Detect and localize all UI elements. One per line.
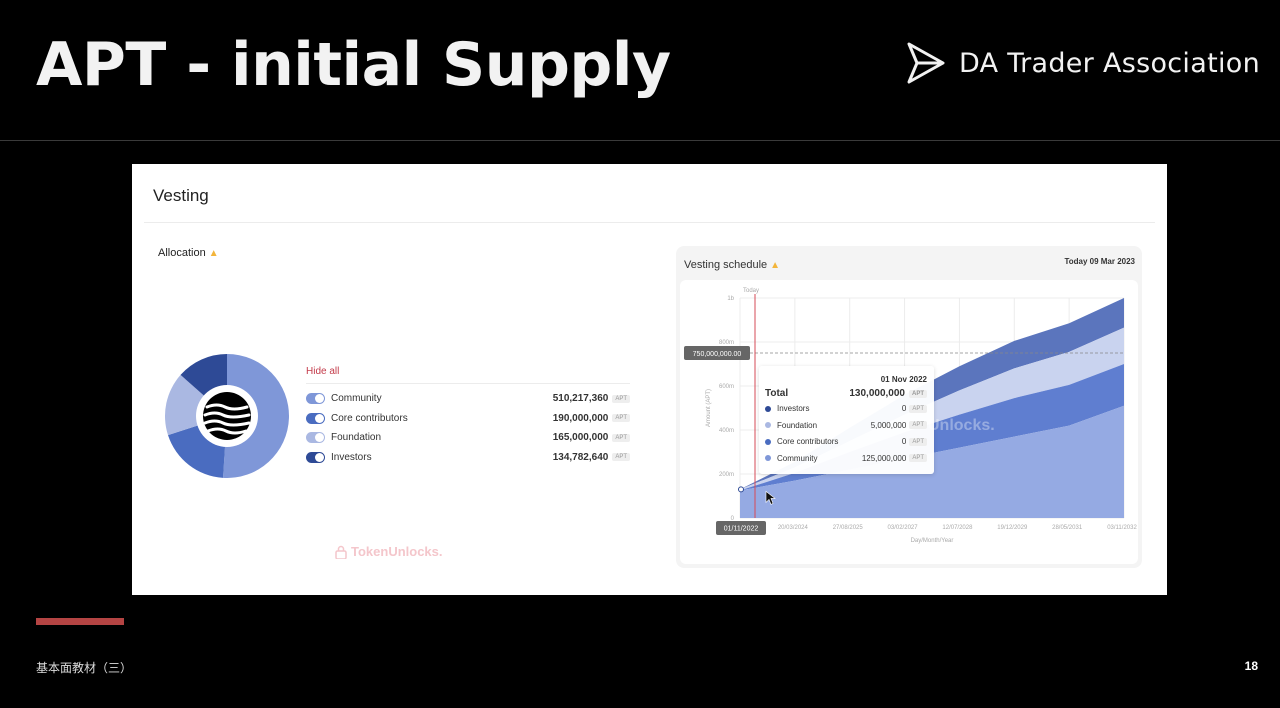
tokenunlocks-watermark: TokenUnlocks. <box>335 544 443 559</box>
legend-value: 190,000,000 <box>552 412 609 424</box>
tooltip-series-value: 0 <box>901 404 907 413</box>
hover-point[interactable] <box>738 486 744 493</box>
legend-item[interactable]: Community 510,217,360 APT <box>306 389 630 409</box>
unit-badge: APT <box>909 454 927 462</box>
series-dot <box>765 405 771 412</box>
x-tick-label: 03/11/2032 <box>1107 525 1137 531</box>
series-dot <box>765 422 771 428</box>
tooltip-series-value: 125,000,000 <box>861 453 907 463</box>
footer-course-name: 基本面教材（三） <box>36 661 133 675</box>
legend-item[interactable]: Foundation 165,000,000 APT <box>306 428 630 448</box>
paper-plane-logo-icon <box>907 42 945 84</box>
legend-item[interactable]: Investors 134,782,640 APT <box>306 448 630 468</box>
tooltip-series-label: Foundation <box>777 420 818 430</box>
y-tick-label: 400m <box>719 428 734 434</box>
toggle-switch[interactable] <box>306 432 325 444</box>
today-marker-label: Today <box>743 288 759 294</box>
brand-name: DA Trader Association <box>958 47 1260 79</box>
x-tick-label: 12/07/2028 <box>942 525 973 531</box>
y-tick-label: 600m <box>719 384 734 390</box>
unit-badge: APT <box>612 394 630 403</box>
tooltip-row: Community 125,000,000 APT <box>765 454 927 463</box>
legend-label: Foundation <box>331 432 382 444</box>
unit-badge: APT <box>909 404 927 413</box>
toggle-switch[interactable] <box>306 393 325 405</box>
tooltip-series-value: 0 <box>901 437 907 446</box>
allocation-donut <box>165 354 289 478</box>
panel-divider <box>144 222 1155 223</box>
unit-badge: APT <box>909 389 927 398</box>
tooltip-row: Core contributors 0 APT <box>765 437 927 446</box>
tooltip-series-value: 5,000,000 <box>870 420 907 430</box>
x-tick-label: 20/03/2024 <box>778 525 809 531</box>
page-number: 18 <box>1244 659 1258 673</box>
legend-item[interactable]: Core contributors 190,000,000 APT <box>306 409 630 429</box>
vesting-chart[interactable]: 1b 800m 600m 400m 200m 0 750,000,000.00 Today 01… <box>680 280 1138 564</box>
x-tick-label: 28/05/2031 <box>1052 525 1083 531</box>
unit-badge: APT <box>612 453 630 462</box>
y-tick-label: 200m <box>719 472 734 478</box>
allocation-legend: Hide all Community 510,217,360 APT Core con… <box>306 366 630 467</box>
tooltip-total: Total 130,000,000 APT <box>765 388 927 399</box>
y-axis-label: Amount (APT) <box>706 389 712 427</box>
chart-tooltip: 01 Nov 2022 Total 130,000,000 APT Invest… <box>759 366 934 474</box>
hide-all-button[interactable]: Hide all <box>306 366 630 377</box>
panel-title: Vesting <box>153 186 209 205</box>
legend-label: Investors <box>331 451 372 463</box>
series-dot <box>765 455 771 461</box>
legend-value: 134,782,640 <box>552 451 609 463</box>
tooltip-series-label: Core contributors <box>777 437 839 446</box>
watermark-text: TokenUnlocks. <box>351 544 443 559</box>
tooltip-total-label: Total <box>765 388 789 399</box>
tooltip-row: Foundation 5,000,000 APT <box>765 421 927 430</box>
legend-label: Community <box>331 393 382 405</box>
unit-badge: APT <box>612 433 630 442</box>
legend-value: 510,217,360 <box>552 393 609 405</box>
lock-icon <box>335 545 347 559</box>
x-axis-label: Day/Month/Year <box>911 538 954 544</box>
y-tick-label: 1b <box>727 296 734 302</box>
legend-label: Core contributors <box>331 412 408 424</box>
series-dot <box>765 438 771 445</box>
vesting-schedule-card: Vesting schedule ▲ Today 09 Mar 2023 1b 8… <box>676 246 1142 568</box>
vesting-panel: Vesting Allocation ▲ Hide all Community 5… <box>132 164 1167 595</box>
brand: DA Trader Association <box>905 40 1260 86</box>
warning-icon: ▲ <box>770 259 781 271</box>
toggle-switch[interactable] <box>306 451 325 463</box>
tooltip-series-label: Community <box>777 453 818 463</box>
toggle-switch[interactable] <box>306 412 325 424</box>
warning-icon: ▲ <box>208 247 219 259</box>
y-tick-label: 800m <box>719 340 734 346</box>
unit-badge: APT <box>909 437 927 446</box>
tooltip-row: Investors 0 APT <box>765 404 927 413</box>
tooltip-series-label: Investors <box>777 404 810 413</box>
vesting-schedule-title: Vesting schedule <box>684 259 768 271</box>
chart-watermark: Unlocks. <box>928 417 995 434</box>
today-date: Today 09 Mar 2023 <box>1064 257 1135 266</box>
x-tick-label: 03/02/2027 <box>888 525 919 531</box>
x-tick-label: 27/08/2025 <box>833 525 864 531</box>
unit-badge: APT <box>909 421 927 429</box>
crosshair-label: 750,000,000.00 <box>693 351 742 358</box>
slide-title: APT - initial Supply <box>36 30 671 100</box>
legend-divider <box>306 383 630 384</box>
x-tick-label: 19/12/2029 <box>997 525 1028 531</box>
accent-bar <box>36 618 124 625</box>
x-tick-label: 01/11/2022 <box>724 526 759 533</box>
header-divider <box>0 140 1280 141</box>
allocation-heading: Allocation ▲ <box>158 247 219 259</box>
vesting-schedule-heading: Vesting schedule ▲ <box>684 259 780 271</box>
tooltip-date: 01 Nov 2022 <box>880 375 927 384</box>
legend-value: 165,000,000 <box>552 432 609 444</box>
tooltip-total-value: 130,000,000 <box>849 388 905 399</box>
unit-badge: APT <box>612 414 630 423</box>
allocation-title: Allocation <box>158 247 206 259</box>
